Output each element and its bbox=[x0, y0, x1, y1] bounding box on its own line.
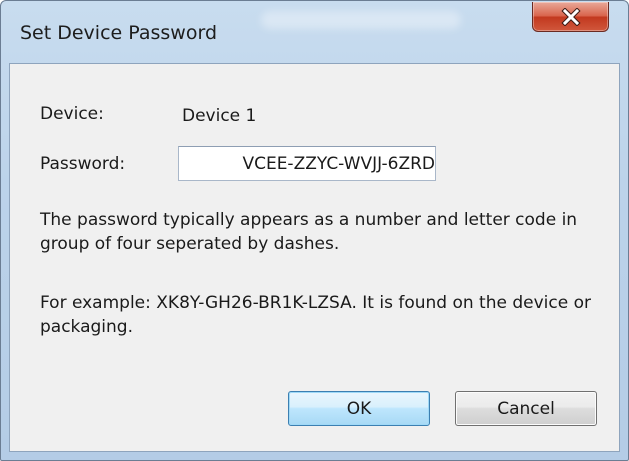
password-input[interactable] bbox=[178, 146, 436, 181]
password-example-text: For example: XK8Y-GH26-BR1K-LZSA. It is … bbox=[40, 293, 591, 337]
close-button[interactable] bbox=[532, 2, 609, 32]
password-label: Password: bbox=[40, 154, 126, 174]
dialog-content: Device: Device 1 Password: The password … bbox=[9, 63, 620, 452]
title-bar-glass-highlight bbox=[261, 11, 461, 29]
cancel-button[interactable]: Cancel bbox=[455, 391, 597, 426]
close-icon bbox=[560, 7, 581, 26]
title-bar[interactable]: Set Device Password bbox=[1, 1, 628, 63]
window-title: Set Device Password bbox=[20, 22, 218, 44]
ok-button[interactable]: OK bbox=[288, 391, 430, 426]
device-label: Device: bbox=[40, 104, 104, 124]
dialog-window: Set Device Password Device: Device 1 Pas… bbox=[0, 0, 629, 461]
device-value: Device 1 bbox=[182, 106, 257, 126]
password-help-text: The password typically appears as a numb… bbox=[40, 210, 578, 254]
